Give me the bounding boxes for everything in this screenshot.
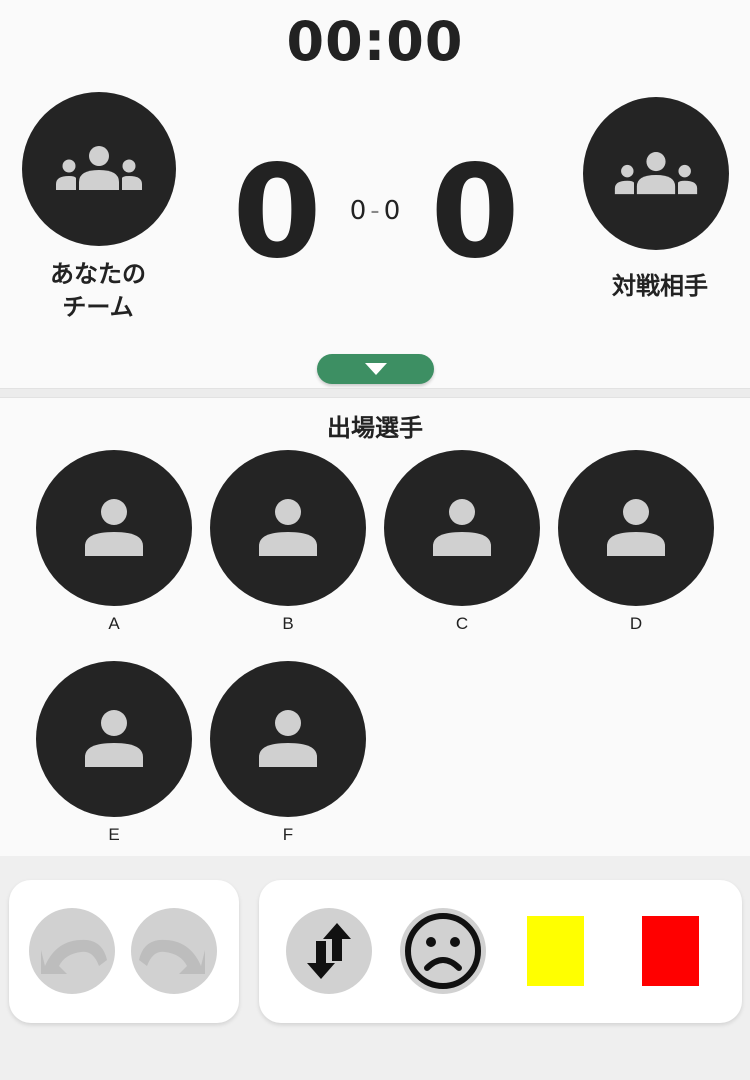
player-label: B [282, 614, 294, 633]
player-avatar[interactable] [384, 450, 540, 606]
player-label: D [629, 614, 643, 633]
home-team-name-line1: あなたの [50, 260, 146, 288]
person-icon [433, 499, 491, 556]
person-icon [259, 710, 317, 767]
group-icon [614, 151, 698, 194]
group-icon [56, 146, 142, 190]
undo-button[interactable] [29, 908, 115, 994]
set-score-away: 0 [383, 196, 401, 226]
player-avatar[interactable] [210, 661, 366, 817]
actions-card [259, 880, 742, 1023]
collapse-toggle-button[interactable] [317, 354, 434, 384]
player-avatar[interactable] [558, 450, 714, 606]
away-team-avatar[interactable] [583, 97, 729, 250]
sad-face-icon [405, 913, 481, 989]
home-team-name-line2: チーム [62, 293, 134, 321]
substitution-button[interactable] [286, 908, 372, 994]
player-card-a[interactable]: A [36, 450, 192, 634]
person-icon [85, 710, 143, 767]
player-label: A [108, 614, 120, 633]
player-avatar[interactable] [36, 450, 192, 606]
undo-icon [41, 939, 107, 974]
redo-icon [139, 939, 205, 974]
triangle-down-icon [364, 363, 387, 375]
red-card-button[interactable] [642, 916, 699, 986]
player-label: F [282, 825, 294, 844]
player-avatar[interactable] [210, 450, 366, 606]
players-section-title: 出場選手 [327, 414, 423, 442]
player-label: C [455, 614, 469, 633]
home-team-avatar[interactable] [22, 92, 176, 246]
player-card-e[interactable]: E [36, 661, 192, 845]
match-timer[interactable]: 00:00 [0, 10, 750, 73]
history-card [9, 880, 239, 1023]
redo-button[interactable] [131, 908, 217, 994]
player-card-d[interactable]: D [558, 450, 714, 634]
set-score: 0-0 [325, 193, 425, 229]
away-score[interactable]: 0 [420, 138, 530, 288]
home-team-name[interactable]: あなたの チーム [18, 258, 178, 324]
player-card-c[interactable]: C [384, 450, 540, 634]
player-label: E [108, 825, 120, 844]
swap-vertical-icon [307, 923, 351, 979]
person-icon [607, 499, 665, 556]
away-team-name[interactable]: 対戦相手 [580, 270, 740, 303]
set-score-home: 0 [349, 196, 367, 226]
player-card-f[interactable]: F [210, 661, 366, 845]
set-score-separator: - [370, 196, 380, 226]
player-card-b[interactable]: B [210, 450, 366, 634]
person-icon [259, 499, 317, 556]
home-score[interactable]: 0 [222, 138, 332, 288]
yellow-card-button[interactable] [527, 916, 584, 986]
section-divider [0, 388, 750, 398]
bad-reaction-button[interactable] [400, 908, 486, 994]
player-avatar[interactable] [36, 661, 192, 817]
person-icon [85, 499, 143, 556]
